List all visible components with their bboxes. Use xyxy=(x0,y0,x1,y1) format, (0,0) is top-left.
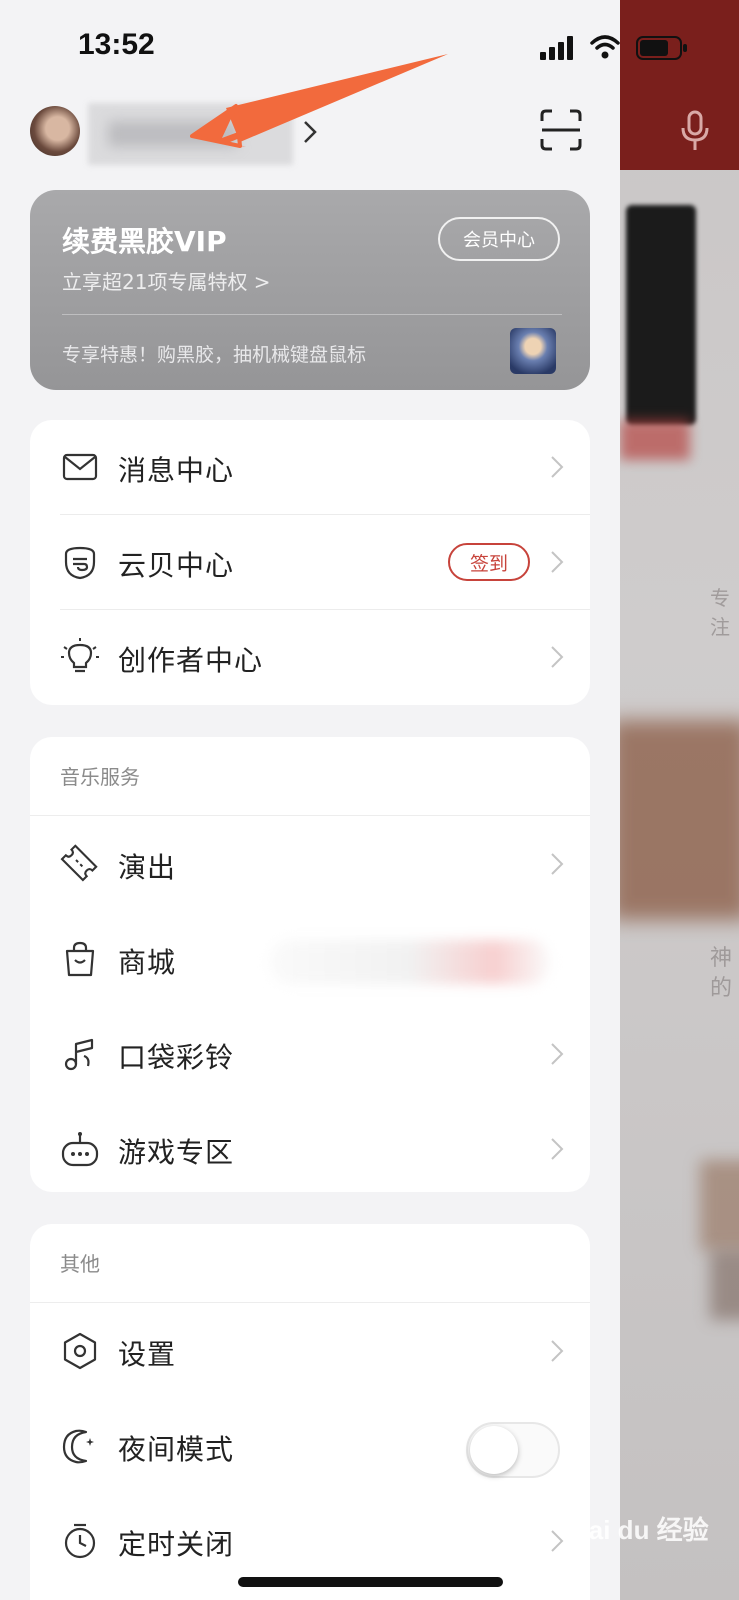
background-thumbnail xyxy=(626,205,696,425)
gamepad-icon xyxy=(61,1132,99,1167)
side-drawer: 13:52 续费黑胶VIP 立享超21项专属特权 > 会员中心 专享特惠！购黑胶… xyxy=(0,0,620,1600)
store-promo-blur xyxy=(270,940,550,984)
music-services-card: 音乐服务 演出 商城 口袋彩铃 游戏专区 xyxy=(30,737,590,1192)
chevron-right-icon xyxy=(551,1138,564,1160)
menu-item-label: 设置 xyxy=(118,1338,177,1371)
scan-icon[interactable] xyxy=(540,109,582,151)
vip-title: 续费黑胶VIP xyxy=(62,225,227,258)
background-thumbnail xyxy=(700,1160,739,1250)
chevron-right-icon xyxy=(551,551,564,573)
divider xyxy=(62,314,562,315)
background-thumbnail xyxy=(710,1250,739,1320)
chevron-right-icon[interactable] xyxy=(300,117,320,147)
menu-item-label: 云贝中心 xyxy=(118,549,235,582)
background-thumbnail xyxy=(620,720,739,920)
menu-item-pocket-ringtone[interactable]: 口袋彩铃 xyxy=(30,1007,590,1102)
menu-item-sleep-timer[interactable]: 定时关闭 xyxy=(30,1494,590,1589)
chevron-right-icon xyxy=(551,1530,564,1552)
avatar[interactable] xyxy=(30,106,80,156)
chevron-right-icon xyxy=(551,1340,564,1362)
section-title: 其他 xyxy=(60,1252,100,1276)
main-menu-card: 消息中心 云贝中心 签到 创作者中心 xyxy=(30,420,590,705)
username-blur xyxy=(108,121,238,147)
toggle-knob xyxy=(470,1426,518,1474)
menu-item-shows[interactable]: 演出 xyxy=(30,817,590,912)
menu-item-label: 夜间模式 xyxy=(118,1433,235,1466)
menu-item-cloud-coins[interactable]: 云贝中心 签到 xyxy=(30,515,590,610)
chevron-right-icon xyxy=(551,1043,564,1065)
music-note-icon xyxy=(64,1038,94,1071)
ticket-icon xyxy=(60,844,98,882)
microphone-icon xyxy=(681,110,709,150)
chevron-right-icon xyxy=(551,456,564,478)
shopping-bag-icon xyxy=(65,941,95,977)
others-card: 其他 设置 夜间模式 定时关闭 xyxy=(30,1224,590,1600)
menu-item-games[interactable]: 游戏专区 xyxy=(30,1102,590,1192)
background-app-panel[interactable]: 神 的 专注 xyxy=(620,0,739,1600)
vip-promo-text[interactable]: 专享特惠！购黑胶，抽机械键盘鼠标 xyxy=(62,340,366,367)
menu-item-label: 创作者中心 xyxy=(118,644,264,677)
menu-item-label: 口袋彩铃 xyxy=(118,1041,235,1074)
menu-item-store[interactable]: 商城 xyxy=(30,912,590,1007)
status-time: 13:52 xyxy=(78,28,155,61)
lightbulb-icon xyxy=(61,638,99,673)
vip-subtitle[interactable]: 立享超21项专属特权 > xyxy=(62,266,271,295)
member-center-button[interactable]: 会员中心 xyxy=(438,217,560,261)
menu-item-settings[interactable]: 设置 xyxy=(30,1304,590,1399)
background-accent xyxy=(620,420,690,460)
settings-icon xyxy=(63,1332,97,1370)
timer-icon xyxy=(64,1523,96,1559)
background-text: 的 xyxy=(710,976,733,1001)
divider xyxy=(30,815,590,816)
mail-icon xyxy=(62,453,98,481)
battery-icon xyxy=(636,36,687,60)
background-text: 专注 xyxy=(710,586,730,639)
section-title: 音乐服务 xyxy=(60,765,140,789)
background-text: 神 xyxy=(710,946,733,971)
promo-thumbnail[interactable] xyxy=(510,328,556,374)
cellular-signal-icon xyxy=(540,36,573,60)
wifi-icon xyxy=(590,35,620,59)
watermark: Bai du 经验 xyxy=(570,1515,709,1545)
menu-item-label: 定时关闭 xyxy=(118,1528,235,1561)
menu-item-creator-center[interactable]: 创作者中心 xyxy=(30,610,590,705)
menu-item-messages[interactable]: 消息中心 xyxy=(30,420,590,515)
moon-icon xyxy=(62,1429,94,1464)
divider xyxy=(30,1302,590,1303)
chevron-right-icon xyxy=(551,853,564,875)
status-bar: 13:52 xyxy=(0,0,620,95)
cloud-coin-icon xyxy=(64,546,96,580)
menu-item-label: 商城 xyxy=(118,946,177,979)
menu-item-label: 游戏专区 xyxy=(118,1136,235,1169)
menu-item-night-mode: 夜间模式 xyxy=(30,1399,590,1494)
menu-item-label: 消息中心 xyxy=(118,454,235,487)
check-in-badge[interactable]: 签到 xyxy=(448,543,530,581)
vip-card[interactable]: 续费黑胶VIP 立享超21项专属特权 > 会员中心 专享特惠！购黑胶，抽机械键盘… xyxy=(30,190,590,390)
home-indicator[interactable] xyxy=(238,1577,503,1587)
night-mode-toggle[interactable] xyxy=(466,1422,560,1478)
menu-item-label: 演出 xyxy=(118,851,177,884)
chevron-right-icon xyxy=(551,646,564,668)
profile-row[interactable] xyxy=(30,103,590,165)
